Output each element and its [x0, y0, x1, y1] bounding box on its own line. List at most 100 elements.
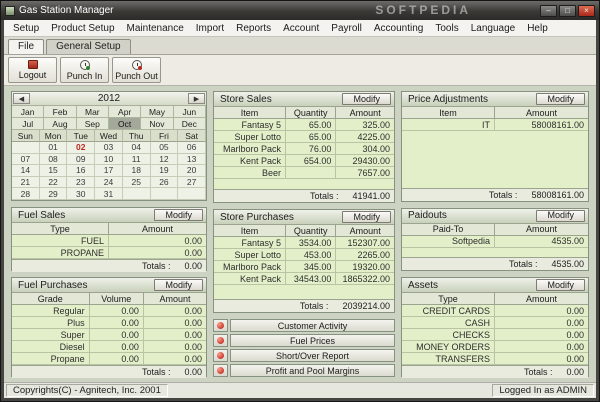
store-sales-modify-button[interactable]: Modify: [342, 93, 391, 105]
table-row[interactable]: Super Lotto 65.00 4225.00: [214, 131, 394, 143]
calendar-day-cell[interactable]: 29: [39, 188, 68, 200]
table-row[interactable]: Marlboro Pack 76.00 304.00: [214, 143, 394, 155]
calendar-day-cell[interactable]: 17: [95, 165, 123, 177]
title-bar[interactable]: Gas Station Manager SOFTPEDIA: [1, 1, 599, 20]
logout-button[interactable]: Logout: [8, 57, 57, 83]
table-row[interactable]: CREDIT CARDS 0.00: [402, 305, 588, 317]
menu-item-import[interactable]: Import: [190, 22, 230, 35]
menu-item-payroll[interactable]: Payroll: [325, 22, 368, 35]
calendar-day-cell[interactable]: 26: [150, 176, 179, 189]
calendar-month-cell[interactable]: Oct: [108, 118, 142, 130]
table-row[interactable]: CHECKS 0.00: [402, 329, 588, 341]
calendar-month-cell[interactable]: Jan: [12, 106, 45, 118]
paidouts-modify-button[interactable]: Modify: [536, 209, 585, 222]
table-row[interactable]: Plus 0.00 0.00: [12, 317, 206, 329]
close-button[interactable]: [578, 4, 595, 17]
menu-item-language[interactable]: Language: [465, 22, 522, 35]
calendar-day-cell[interactable]: 24: [95, 176, 123, 189]
calendar-day-cell[interactable]: 22: [39, 176, 68, 189]
table-row[interactable]: Fantasy 5 3534.00 152307.00: [214, 237, 394, 249]
calendar-month-cell[interactable]: Jun: [173, 106, 206, 118]
fuel-purchases-modify-button[interactable]: Modify: [154, 279, 203, 291]
calendar-day-cell[interactable]: 18: [122, 165, 151, 177]
calendar-month-cell[interactable]: Sep: [76, 118, 109, 130]
calendar-day-cell[interactable]: 06: [178, 142, 206, 154]
table-row[interactable]: Marlboro Pack 345.00 19320.00: [214, 261, 394, 273]
table-row[interactable]: Diesel 0.00 0.00: [12, 341, 206, 353]
menu-item-accounting[interactable]: Accounting: [368, 22, 429, 35]
calendar-month-cell[interactable]: Dec: [173, 118, 206, 130]
calendar-day-cell[interactable]: 10: [95, 153, 123, 166]
calendar-prev-button[interactable]: ◀: [13, 93, 30, 104]
calendar-day-cell[interactable]: 23: [67, 176, 96, 189]
calendar-day-cell[interactable]: 27: [178, 176, 206, 189]
table-row[interactable]: Regular 0.00 0.00: [12, 305, 206, 317]
fuel-prices-button[interactable]: Fuel Prices: [230, 334, 395, 347]
report-icon-box[interactable]: [213, 364, 228, 377]
table-row[interactable]: CASH 0.00: [402, 317, 588, 329]
table-row[interactable]: Kent Pack 34543.00 1865322.00: [214, 273, 394, 285]
calendar-day-cell[interactable]: 21: [12, 176, 40, 189]
table-row[interactable]: FUEL 0.00: [12, 235, 206, 247]
table-row[interactable]: Super 0.00 0.00: [12, 329, 206, 341]
calendar-day-cell[interactable]: 28: [12, 188, 40, 200]
table-row[interactable]: Softpedia 4535.00: [402, 235, 588, 248]
table-row[interactable]: Propane 0.00 0.00: [12, 353, 206, 365]
menu-item-tools[interactable]: Tools: [429, 22, 464, 35]
table-row[interactable]: TRANSFERS 0.00: [402, 353, 588, 365]
calendar-day-cell[interactable]: 19: [150, 165, 179, 177]
store-purchases-modify-button[interactable]: Modify: [342, 211, 391, 223]
table-row[interactable]: MONEY ORDERS 0.00: [402, 341, 588, 353]
table-row[interactable]: Super Lotto 453.00 2265.00: [214, 249, 394, 261]
menu-item-product-setup[interactable]: Product Setup: [45, 22, 120, 35]
calendar-month-cell[interactable]: Jul: [12, 118, 45, 130]
menu-item-account[interactable]: Account: [277, 22, 325, 35]
calendar-day-cell[interactable]: 11: [122, 153, 151, 166]
calendar-day-cell[interactable]: 03: [95, 142, 123, 154]
calendar-day-cell[interactable]: 04: [122, 142, 151, 154]
calendar-day-cell[interactable]: 31: [95, 188, 123, 200]
menu-item-reports[interactable]: Reports: [230, 22, 277, 35]
tab-general-setup[interactable]: General Setup: [46, 39, 131, 54]
menu-item-setup[interactable]: Setup: [7, 22, 45, 35]
tab-file[interactable]: File: [8, 39, 45, 54]
report-icon-box[interactable]: [213, 319, 228, 332]
calendar-month-cell[interactable]: Mar: [76, 106, 109, 118]
short-over-report-button[interactable]: Short/Over Report: [230, 349, 395, 362]
table-row[interactable]: Fantasy 5 65.00 325.00: [214, 119, 394, 131]
table-row[interactable]: PROPANE 0.00: [12, 247, 206, 259]
calendar-day-cell[interactable]: 20: [178, 165, 206, 177]
table-row[interactable]: IT 58008161.00: [402, 119, 588, 131]
calendar-day-cell[interactable]: 13: [178, 153, 206, 166]
report-icon-box[interactable]: [213, 349, 228, 362]
calendar-day-cell[interactable]: 25: [122, 176, 151, 189]
calendar-day-cell[interactable]: 15: [39, 165, 68, 177]
calendar-day-cell[interactable]: 05: [150, 142, 179, 154]
calendar-month-cell[interactable]: Nov: [141, 118, 174, 130]
calendar-day-cell[interactable]: 30: [67, 188, 96, 200]
report-icon-box[interactable]: [213, 334, 228, 347]
punch-out-button[interactable]: Punch Out: [112, 57, 161, 83]
table-row[interactable]: Kent Pack 654.00 29430.00: [214, 155, 394, 167]
calendar-month-cell[interactable]: Apr: [108, 106, 142, 118]
table-row[interactable]: Beer 7657.00: [214, 167, 394, 179]
price-adjustments-modify-button[interactable]: Modify: [536, 93, 585, 105]
calendar-day-cell[interactable]: 07: [12, 153, 40, 166]
calendar-month-cell[interactable]: May: [141, 106, 174, 118]
calendar-month-cell[interactable]: Feb: [44, 106, 77, 118]
calendar-month-cell[interactable]: Aug: [44, 118, 77, 130]
calendar-day-cell[interactable]: 08: [39, 153, 68, 166]
calendar-day-cell[interactable]: 14: [12, 165, 40, 177]
calendar-day-cell[interactable]: 12: [150, 153, 179, 166]
profit-pool-margins-button[interactable]: Profit and Pool Margins: [230, 364, 395, 377]
calendar-day-cell[interactable]: 02: [67, 142, 96, 154]
customer-activity-button[interactable]: Customer Activity: [230, 319, 395, 332]
assets-modify-button[interactable]: Modify: [536, 279, 585, 291]
menu-item-maintenance[interactable]: Maintenance: [121, 22, 190, 35]
calendar-day-cell[interactable]: 16: [67, 165, 96, 177]
calendar-next-button[interactable]: ▶: [188, 93, 205, 104]
menu-item-help[interactable]: Help: [521, 22, 554, 35]
calendar-day-cell[interactable]: 09: [67, 153, 96, 166]
fuel-sales-modify-button[interactable]: Modify: [154, 209, 203, 221]
calendar-day-cell[interactable]: 01: [39, 142, 68, 154]
